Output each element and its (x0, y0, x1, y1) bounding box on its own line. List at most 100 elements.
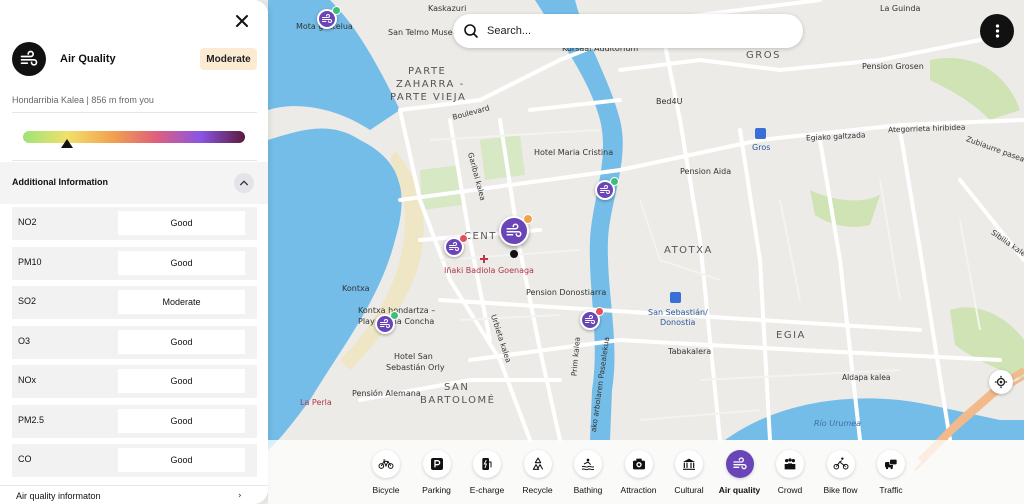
map-label-zaharra: ZAHARRA - (396, 79, 465, 90)
close-icon[interactable] (233, 12, 251, 30)
wind-icon (725, 450, 754, 478)
recycle-icon (523, 450, 552, 478)
category-label: Attraction (620, 485, 657, 495)
status-dot (332, 6, 341, 15)
pollutant-name: CO (18, 454, 32, 464)
category-air-quality[interactable]: Air quality (712, 450, 768, 500)
ev-charge-icon (473, 450, 501, 478)
wind-icon (449, 242, 459, 251)
map-label-pension-don: Pension Donostiarra (526, 288, 607, 297)
wind-icon (585, 315, 595, 324)
category-label: Bike flow (823, 485, 858, 495)
parking-icon (422, 450, 451, 478)
chevron-up-icon[interactable] (234, 173, 254, 193)
map-label-atotxa: ATOTXA (664, 245, 713, 256)
air-quality-information-link[interactable]: Air quality informaton › (0, 485, 268, 504)
map-label-kontxa: Kontxa (342, 284, 370, 293)
status-dot (390, 311, 399, 320)
status-dot (595, 307, 604, 316)
category-parking[interactable]: Parking (409, 450, 465, 500)
air-quality-panel: Air Quality Moderate Hondarribia Kalea |… (0, 0, 268, 504)
locate-me-button[interactable] (989, 370, 1013, 394)
map-label-pension-aida: Pension Aida (680, 167, 732, 176)
pollutant-value: Moderate (118, 290, 245, 314)
category-bike-flow[interactable]: Bike flow (813, 450, 869, 500)
pollutant-row: CO Good (12, 444, 257, 477)
pollutant-row: PM2.5 Good (12, 404, 257, 438)
category-bicycle[interactable]: Bicycle (358, 450, 414, 500)
map-label-donostia: Donostia (660, 318, 696, 327)
category-label: Traffic (879, 485, 903, 495)
chevron-right-icon: › (238, 491, 242, 501)
category-label: Cultural (674, 485, 704, 495)
map-label-hotel-san: Hotel San (394, 352, 433, 361)
map-label-san: SAN (444, 382, 470, 393)
category-cultural[interactable]: Cultural (661, 450, 717, 500)
bicycle-icon (372, 450, 400, 478)
category-label: Parking (422, 485, 451, 495)
more-vertical-icon (995, 24, 999, 38)
location-text: Hondarribia Kalea | 856 m from you (12, 95, 154, 105)
air-quality-marker[interactable] (580, 307, 604, 330)
pollutant-name: PM2.5 (18, 414, 45, 425)
pollutant-value: Good (118, 211, 245, 235)
category-label: Crowd (777, 485, 803, 495)
crosshair-icon (994, 375, 1008, 389)
map-label-parte-vieja: PARTE VIEJA (390, 92, 467, 103)
pollutant-row: O3 Good (12, 325, 257, 359)
search-input[interactable] (487, 20, 787, 42)
category-e-charge[interactable]: E-charge (459, 450, 515, 500)
map-label-rio-urumea: Río Urumea (814, 419, 862, 428)
wind-icon (380, 319, 390, 328)
pollutant-value: Good (118, 448, 245, 472)
category-attraction[interactable]: Attraction (611, 450, 667, 500)
air-quality-marker[interactable] (444, 234, 468, 257)
scale-pointer-icon (61, 139, 74, 148)
camera-icon (624, 450, 653, 478)
selected-air-quality-marker[interactable] (499, 214, 533, 246)
category-label: Air quality (718, 485, 761, 495)
category-label: Bicycle (372, 485, 400, 495)
map-label-gros-station: Gros (752, 143, 771, 152)
museum-icon (675, 450, 703, 478)
map-label-la-perla: La Perla (300, 398, 332, 407)
category-bathing[interactable]: Bathing (560, 450, 616, 500)
map-label-bartolome: BARTOLOMÉ (420, 395, 496, 406)
additional-information-header[interactable]: Additional Information (0, 162, 268, 204)
status-dot (610, 177, 619, 186)
search-icon (464, 24, 478, 38)
map-label-bed4u: Bed4U (656, 97, 683, 106)
category-label: E-charge (469, 485, 505, 495)
air-quality-marker[interactable] (595, 177, 619, 200)
category-bar: Bicycle Parking E-charge Recycle Bathing Attr… (268, 440, 1024, 504)
map-label-hotel-maria: Hotel Maria Cristina (534, 148, 614, 157)
bathing-icon (574, 450, 602, 478)
category-crowd[interactable]: Crowd (762, 450, 818, 500)
pollutant-name: SO2 (18, 296, 37, 306)
air-quality-marker[interactable] (375, 311, 399, 334)
pollutant-row: NOx Good (12, 365, 257, 398)
pollutant-name: PM10 (18, 256, 42, 267)
search-bar[interactable] (453, 14, 803, 48)
category-traffic[interactable]: Traffic (863, 450, 919, 500)
category-label: Recycle (522, 485, 553, 495)
pollutant-value: Good (118, 329, 245, 354)
wind-icon (322, 14, 332, 23)
additional-information-title: Additional Information (12, 177, 108, 187)
pollutant-value: Good (118, 250, 245, 275)
status-badge: Moderate (200, 48, 257, 70)
map-label-aldapa: Aldapa kalea (842, 373, 891, 382)
more-options-button[interactable] (980, 14, 1014, 48)
status-dot (459, 234, 468, 243)
map-label-gros: GROS (746, 50, 781, 61)
category-recycle[interactable]: Recycle (510, 450, 566, 500)
wind-icon (600, 185, 610, 194)
air-quality-marker[interactable] (317, 6, 341, 29)
map-label-kaskazuri: Kaskazuri (428, 4, 467, 13)
pollutant-row: SO2 Moderate (12, 286, 257, 319)
map-label-centro: CENT (464, 231, 497, 242)
wind-icon (506, 223, 522, 237)
bike-flow-icon (826, 450, 855, 478)
status-dot (523, 214, 533, 224)
pollutant-name: O3 (18, 335, 31, 346)
